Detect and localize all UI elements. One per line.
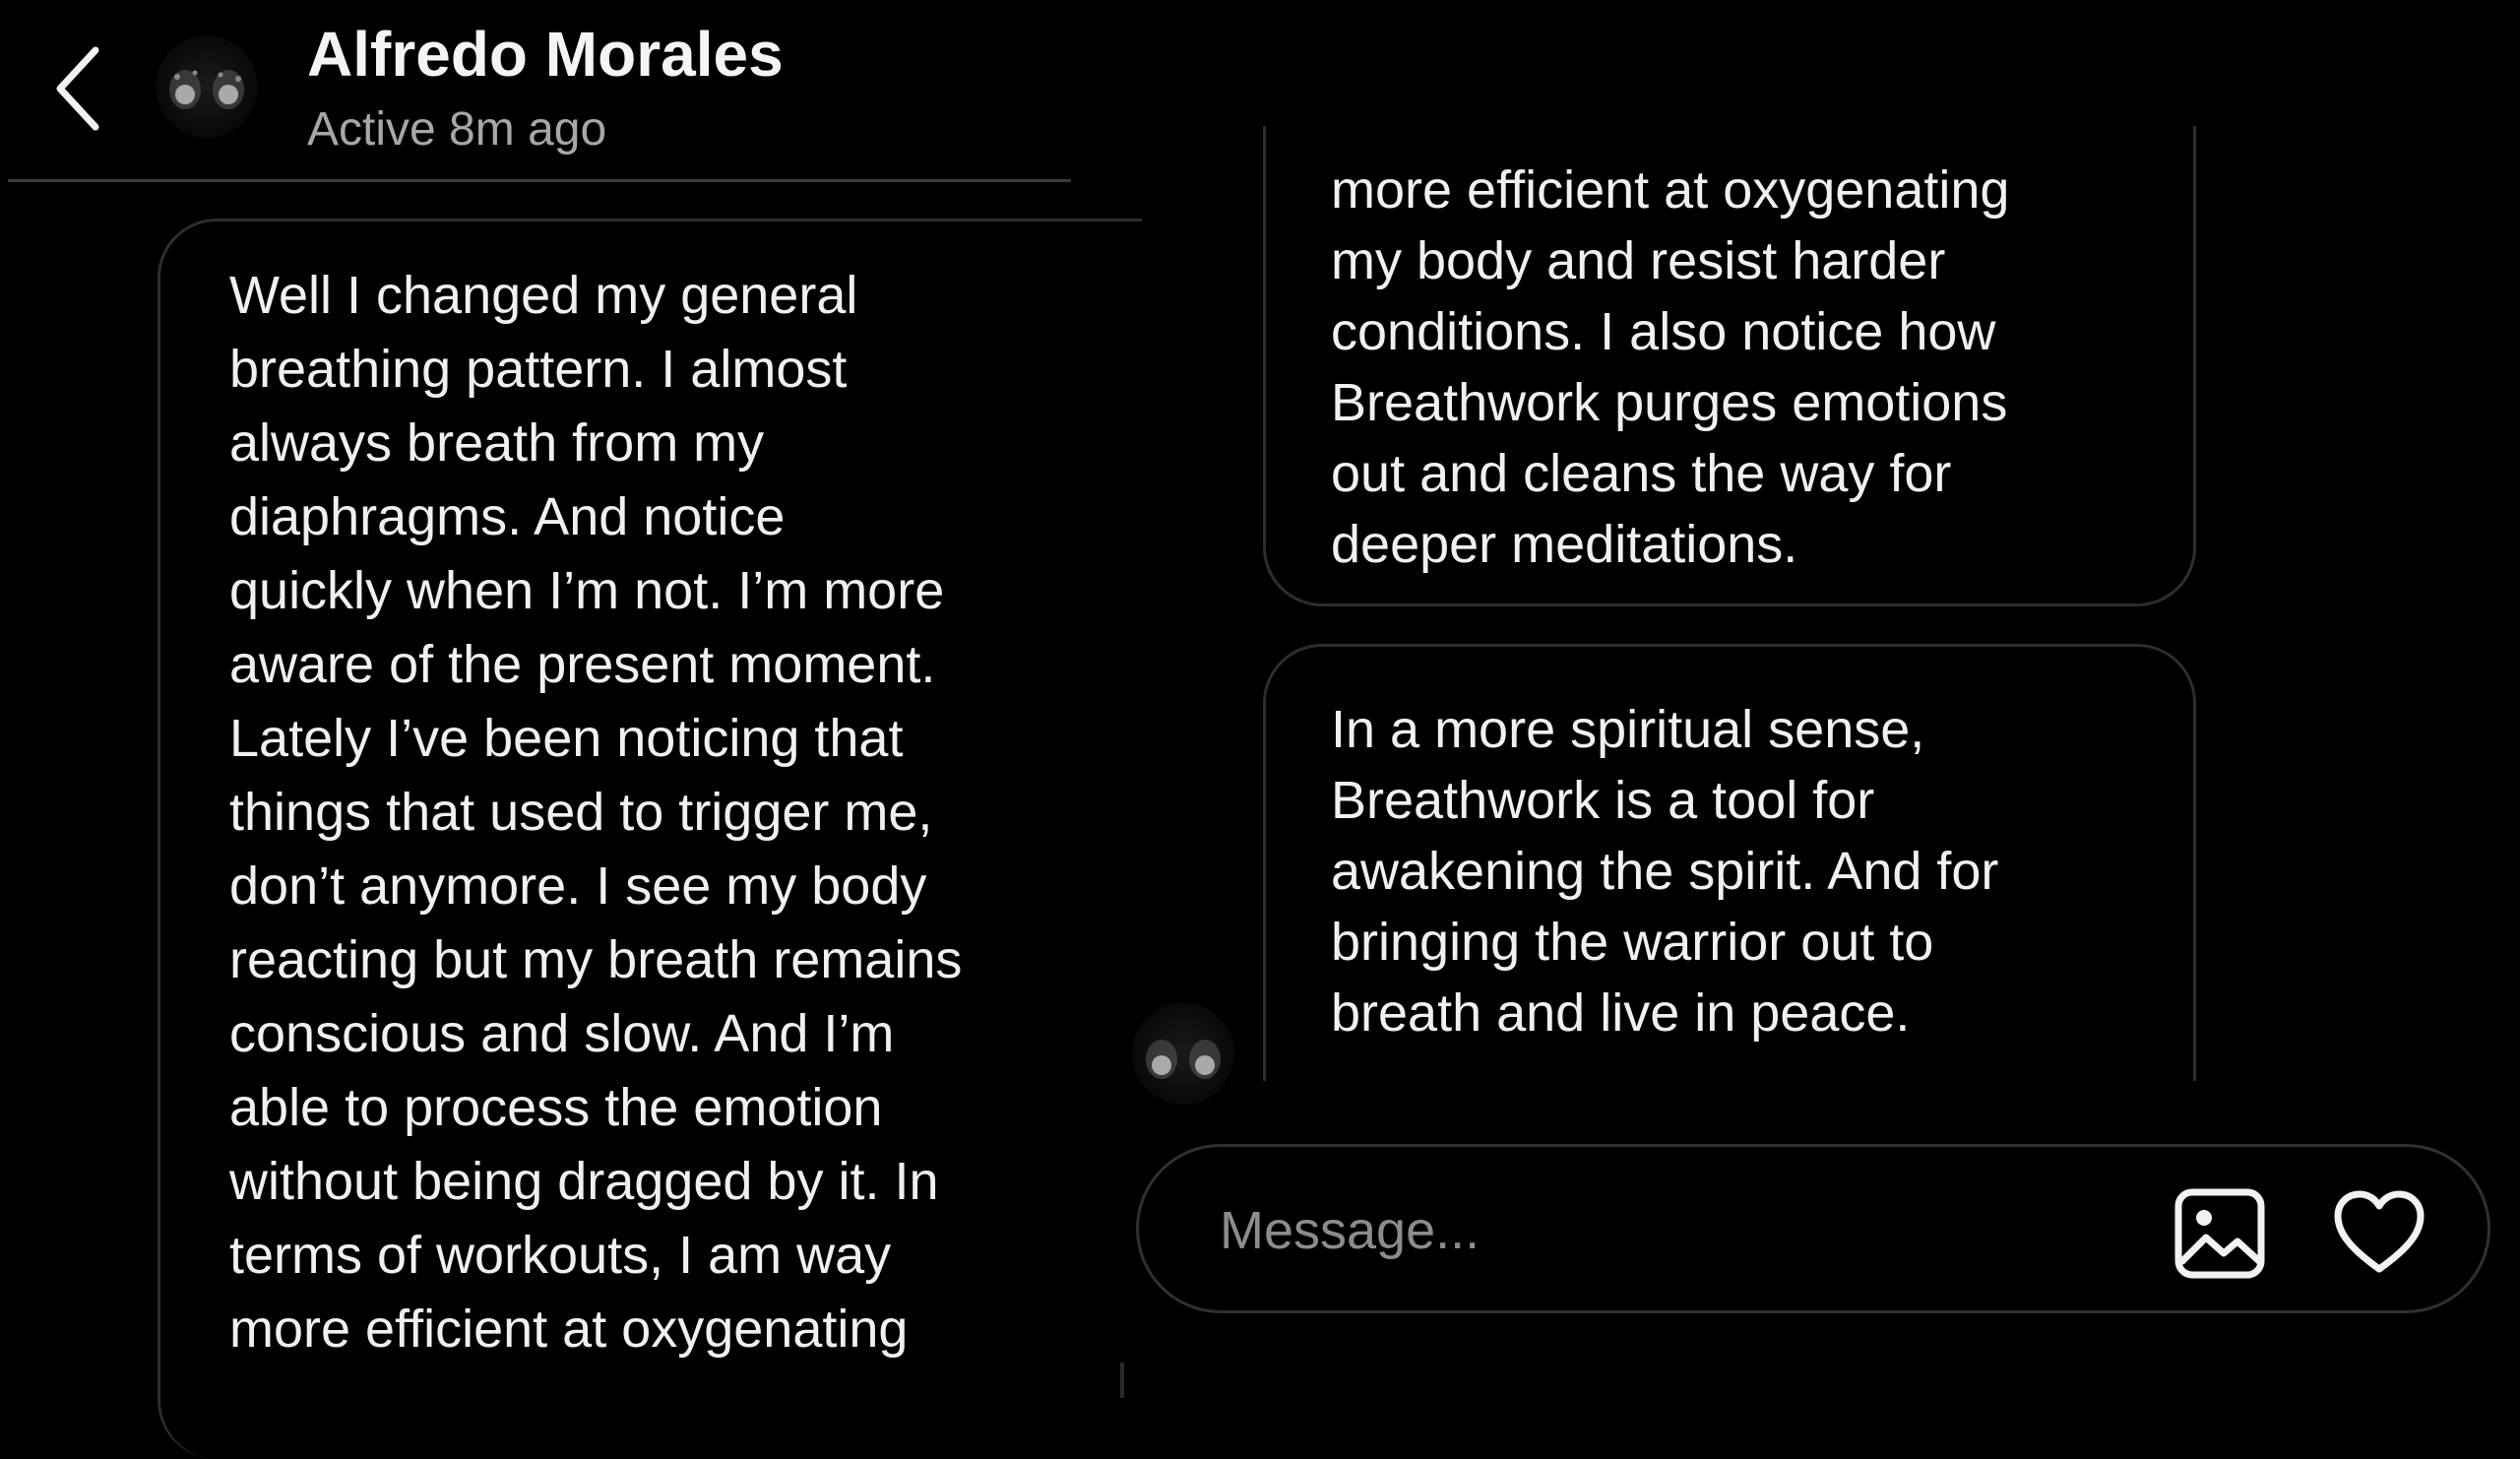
message-text: In a more spiritual sense, Breathwork is… xyxy=(1331,700,1999,1043)
header-divider xyxy=(8,179,1071,182)
sender-avatar xyxy=(1132,1002,1234,1105)
contact-status: Active 8m ago xyxy=(307,103,607,156)
heart-icon xyxy=(2334,1190,2425,1273)
message-bubble[interactable]: more efficient at oxygenating my body an… xyxy=(1263,126,2196,606)
avatar-image xyxy=(169,70,244,109)
back-button[interactable] xyxy=(47,39,106,138)
message-input[interactable] xyxy=(1218,1190,2108,1271)
like-button[interactable] xyxy=(2332,1186,2426,1281)
contact-name[interactable]: Alfredo Morales xyxy=(307,18,784,91)
message-composer xyxy=(1136,1144,2490,1313)
chevron-left-icon xyxy=(56,46,99,131)
gallery-button[interactable] xyxy=(2173,1186,2267,1281)
message-thread[interactable]: more efficient at oxygenating my body an… xyxy=(1122,126,2520,1081)
image-icon xyxy=(2174,1188,2265,1279)
message-bubble[interactable]: In a more spiritual sense, Breathwork is… xyxy=(1263,644,2196,1081)
avatar[interactable] xyxy=(156,35,258,138)
panel-divider xyxy=(1120,1363,1124,1398)
avatar-image xyxy=(1146,1040,1221,1079)
message-bubble[interactable]: Well I changed my general breathing patt… xyxy=(158,219,1142,1459)
message-text: more efficient at oxygenating my body an… xyxy=(1331,160,2010,574)
message-text: Well I changed my general breathing patt… xyxy=(229,266,963,1359)
